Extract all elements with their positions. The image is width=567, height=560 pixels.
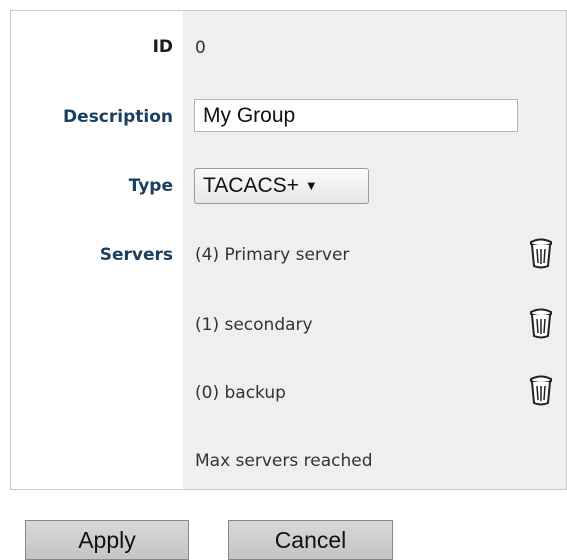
- apply-button[interactable]: Apply: [25, 520, 189, 560]
- trash-icon[interactable]: [528, 236, 554, 270]
- id-label: ID: [152, 37, 173, 57]
- servers-label: Servers: [99, 245, 173, 265]
- type-select-value: TACACS+: [203, 174, 299, 197]
- group-form-panel: ID 0 Description My Group Type TACACS+ ▼ …: [10, 10, 567, 490]
- type-select[interactable]: TACACS+ ▼: [194, 168, 369, 204]
- id-value: 0: [195, 38, 206, 58]
- description-input[interactable]: My Group: [194, 99, 518, 132]
- server-item: (1) secondary: [195, 315, 313, 335]
- servers-status-text: Max servers reached: [195, 451, 373, 471]
- dropdown-arrow-icon: ▼: [304, 178, 318, 193]
- server-item: (0) backup: [195, 383, 286, 403]
- description-label: Description: [63, 107, 173, 127]
- cancel-button[interactable]: Cancel: [228, 520, 393, 560]
- trash-icon[interactable]: [528, 306, 554, 340]
- trash-icon[interactable]: [528, 373, 554, 407]
- type-label: Type: [128, 176, 173, 196]
- server-item: (4) Primary server: [195, 245, 350, 265]
